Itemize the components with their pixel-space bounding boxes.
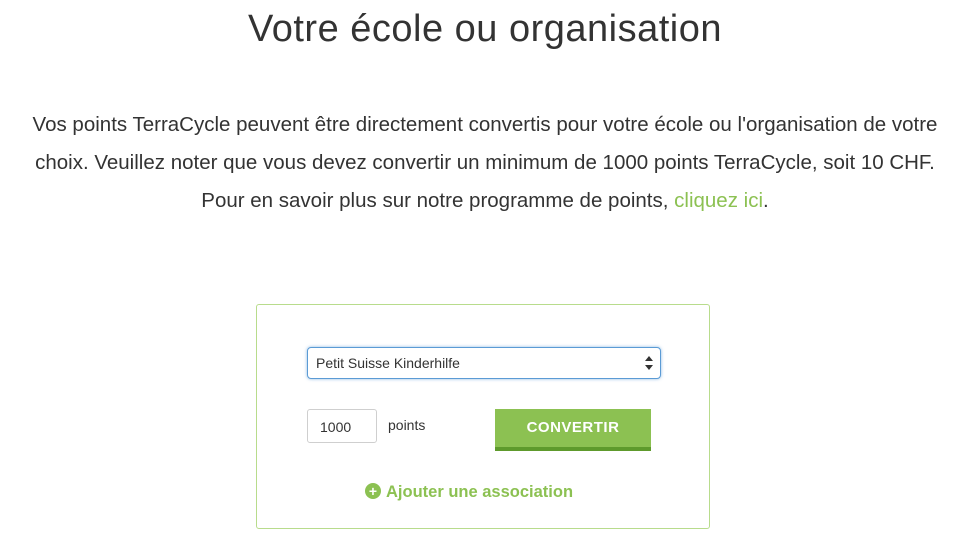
points-input-value: 1000: [320, 419, 352, 435]
page-title: Votre école ou organisation: [247, 8, 723, 50]
add-association-link[interactable]: + Ajouter une association: [365, 483, 573, 503]
organisation-select[interactable]: Petit Suisse Kinderhilfe: [307, 347, 661, 379]
intro-paragraph: Vos points TerraCycle peuvent être direc…: [20, 106, 950, 220]
add-association-label: Ajouter une association: [386, 483, 574, 501]
intro-text-end: .: [763, 189, 769, 212]
page: Votre école ou organisation Vos points T…: [0, 0, 970, 550]
learn-more-link[interactable]: cliquez ici: [674, 189, 763, 212]
points-label: points: [388, 417, 426, 433]
convert-button[interactable]: CONVERTIR: [495, 409, 651, 451]
points-input[interactable]: 1000: [307, 409, 377, 443]
conversion-card: Petit Suisse Kinderhilfe 1000 points CON…: [256, 304, 710, 529]
intro-text: Vos points TerraCycle peuvent être direc…: [32, 113, 938, 212]
organisation-select-value: Petit Suisse Kinderhilfe: [316, 355, 460, 371]
plus-circle-icon: +: [365, 483, 381, 499]
select-arrows-icon: [644, 352, 654, 374]
